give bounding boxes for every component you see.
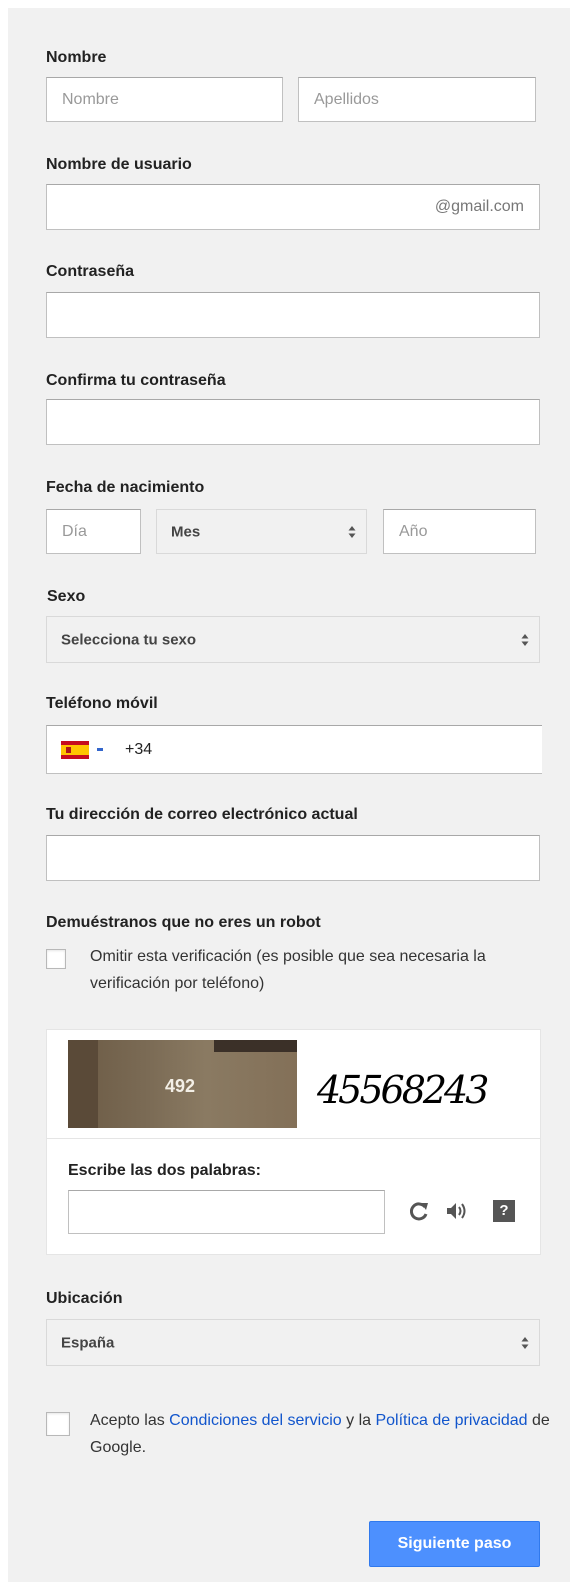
last-name-input[interactable]: Apellidos [298, 77, 536, 122]
terms-middle: y la [341, 1412, 376, 1429]
username-input[interactable]: @gmail.com [46, 184, 540, 230]
select-arrows-icon [521, 633, 529, 646]
birthdate-label: Fecha de nacimiento [46, 479, 205, 496]
privacy-policy-link[interactable]: Política de privacidad [375, 1412, 527, 1429]
help-icon[interactable]: ? [493, 1200, 515, 1222]
captcha-word: 45568243 [317, 1068, 489, 1112]
birth-day-input[interactable]: Día [46, 509, 141, 554]
name-label: Nombre [46, 49, 107, 66]
location-value: España [61, 1334, 115, 1351]
birth-year-input[interactable]: Año [383, 509, 536, 554]
captcha-photo-number: 492 [165, 1076, 196, 1096]
spain-flag-icon[interactable] [61, 741, 89, 759]
skip-verification-checkbox[interactable] [46, 949, 66, 969]
birth-day-placeholder: Día [62, 522, 87, 540]
skip-verification-text: Omitir esta verificación (es posible que… [90, 948, 486, 992]
last-name-placeholder: Apellidos [314, 90, 379, 108]
password-input[interactable] [46, 292, 540, 338]
country-dropdown-icon[interactable] [97, 748, 103, 751]
captcha-divider [47, 1138, 540, 1139]
current-email-label: Tu dirección de correo electrónico actua… [46, 806, 358, 823]
refresh-icon[interactable] [408, 1200, 430, 1222]
captcha-photo: 492 [68, 1040, 297, 1128]
country-code: +34 [125, 740, 153, 758]
confirm-password-label: Confirma tu contraseña [46, 372, 226, 389]
birth-month-value: Mes [171, 523, 201, 540]
next-step-button[interactable]: Siguiente paso [369, 1521, 540, 1567]
gender-select[interactable]: Selecciona tu sexo [46, 616, 540, 663]
gmail-suffix: @gmail.com [434, 198, 524, 215]
location-label: Ubicación [46, 1290, 123, 1307]
phone-label: Teléfono móvil [46, 695, 158, 712]
username-label: Nombre de usuario [46, 156, 192, 173]
robot-label: Demuéstranos que no eres un robot [46, 914, 321, 931]
captcha-box: 492 45568243 Escribe las dos palabras: ? [46, 1029, 541, 1255]
location-select[interactable]: España [46, 1319, 540, 1366]
phone-input[interactable]: +34 [46, 725, 542, 774]
terms-of-service-link[interactable]: Condiciones del servicio [169, 1412, 342, 1429]
captcha-prompt: Escribe las dos palabras: [68, 1162, 261, 1179]
gender-value: Selecciona tu sexo [61, 631, 197, 648]
first-name-placeholder: Nombre [62, 90, 119, 108]
birth-month-select[interactable]: Mes [156, 509, 367, 554]
birth-year-placeholder: Año [399, 522, 428, 540]
terms-prefix: Acepto las [90, 1412, 170, 1429]
password-label: Contraseña [46, 263, 135, 280]
audio-icon[interactable] [445, 1201, 471, 1221]
confirm-password-input[interactable] [46, 399, 540, 445]
terms-checkbox[interactable] [46, 1412, 70, 1436]
captcha-input[interactable] [68, 1190, 385, 1234]
terms-text: Acepto las Condiciones del servicio y la… [90, 1407, 550, 1461]
gender-label: Sexo [47, 588, 86, 605]
select-arrows-icon [348, 525, 356, 538]
first-name-input[interactable]: Nombre [46, 77, 283, 122]
current-email-input[interactable] [46, 835, 540, 881]
select-arrows-icon [521, 1336, 529, 1349]
